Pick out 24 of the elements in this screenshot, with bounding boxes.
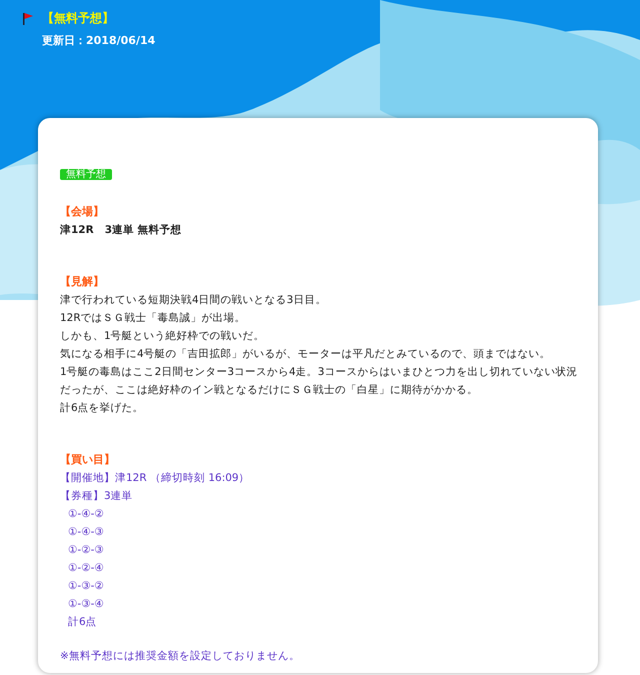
bet-combination: ①-④-② [67, 507, 105, 522]
free-prediction-tag: 無料予想 [60, 169, 112, 180]
flag-icon [22, 12, 34, 26]
page-title: 【無料予想】 [42, 10, 114, 27]
section-heading: 【買い目】 [60, 452, 116, 468]
analysis-text: 津で行われている短期決戦4日間の戦いとなる3日目。 [60, 293, 328, 308]
bet-combination: 計6点 [67, 615, 98, 630]
analysis-text: しかも、1号艇という絶好枠での戦いだ。 [60, 329, 266, 344]
bet-combination: ①-②-③ [67, 543, 105, 558]
section-heading: 【会場】 [60, 204, 105, 220]
bet-combination: ①-②-④ [67, 561, 105, 576]
disclaimer-note: ※無料予想には推奨金額を設定しておりません。 [60, 649, 301, 664]
section-heading: 【見解】 [60, 274, 105, 290]
analysis-text: 12RではＳＧ戦士「毒島誠」が出場。 [60, 311, 247, 326]
analysis-text: 1号艇の毒島はここ2日間センター3コースから4走。3コースからはいまひとつ力を出し切れていない状況だったが、ここは絶好枠のイン戦となるだけにＳＧ戦士の「白星」に期待がかかる。 [60, 365, 578, 398]
updated-date: 更新日：2018/06/14 [42, 33, 156, 48]
bet-combination: ①-④-③ [67, 525, 105, 540]
bet-info-text: 【開催地】津12R （締切時刻 16:09） [60, 471, 251, 486]
analysis-text: 気になる相手に4号艇の「吉田拡郎」がいるが、モーターは平凡だとみているので、頭まではない。 [60, 347, 552, 362]
bet-info-text: 【券種】3連単 [60, 489, 134, 504]
race-title: 津12R 3連単 無料予想 [60, 223, 183, 238]
bet-combination: ①-③-② [67, 579, 105, 594]
bet-combination: ①-③-④ [67, 597, 105, 612]
analysis-text: 計6点を挙げた。 [60, 401, 145, 416]
